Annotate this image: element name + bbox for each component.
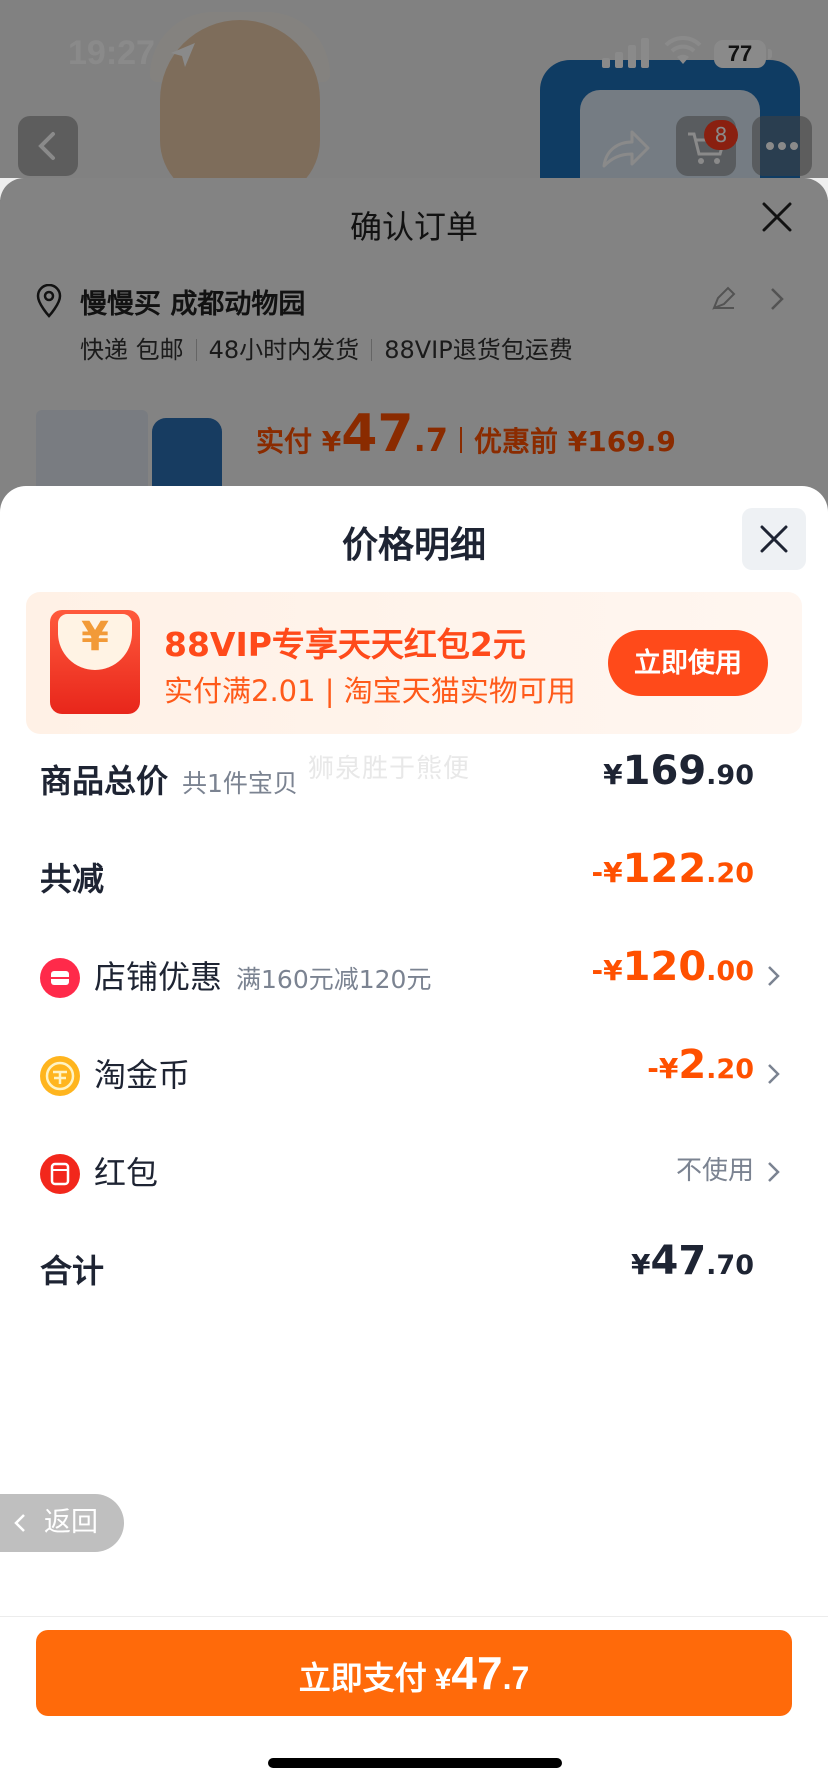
store-discount-row[interactable]: 店铺优惠 满160元减120元 -¥120.00 (0, 944, 828, 1004)
promo-subtitle: 实付满2.01 | 淘宝天猫实物可用 (164, 674, 576, 708)
sum-label: 合计 (40, 1252, 105, 1290)
modal-dim-overlay-top[interactable] (0, 0, 828, 178)
amount-integer: 169 (622, 748, 707, 794)
amount-integer: 122 (622, 846, 707, 892)
amount-integer: 2 (678, 1042, 707, 1088)
amount-decimal: .00 (706, 956, 754, 987)
use-now-button[interactable]: 立即使用 (608, 630, 768, 696)
chevron-right-icon (768, 1162, 780, 1182)
red-packet-icon (40, 1154, 80, 1194)
taojinbi-row[interactable]: 淘金币 -¥2.20 (0, 1042, 828, 1102)
taojinbi-amount: -¥2.20 (647, 1042, 754, 1088)
coin-glyph (45, 1061, 75, 1091)
goods-count: 共1件宝贝 (182, 769, 298, 798)
red-packet-label: 红包 (94, 1154, 159, 1192)
store-icon (40, 958, 80, 998)
return-label: 返回 (44, 1507, 98, 1538)
red-packet-value: 不使用 (675, 1156, 754, 1186)
store-discount-amount: -¥120.00 (592, 944, 754, 990)
price-detail-sheet: 价格明细 ¥ 88VIP专享天天红包2元 实付满2.01 | 淘宝天猫实物可用 … (0, 486, 828, 1792)
pay-amount-decimal: .7 (502, 1660, 530, 1696)
currency-symbol: ¥ (631, 1248, 651, 1281)
coin-icon (40, 1056, 80, 1096)
goods-total-text: 商品总价 (40, 762, 169, 800)
chevron-right-icon (768, 1064, 780, 1084)
sum-row: 合计 ¥47.70 (0, 1238, 828, 1298)
goods-total-label: 商品总价 共1件宝贝 (40, 756, 298, 802)
taojinbi-label: 淘金币 (94, 1056, 191, 1094)
price-detail-title: 价格明细 (341, 525, 486, 566)
currency-symbol: -¥ (591, 954, 623, 987)
store-discount-text: 店铺优惠 (94, 958, 223, 996)
chevron-left-icon (14, 1514, 25, 1532)
red-packet-row[interactable]: 红包 不使用 (0, 1140, 828, 1200)
goods-total-row: 商品总价 共1件宝贝 ¥169.90 (0, 748, 828, 808)
total-reduction-amount: -¥122.20 (592, 846, 754, 892)
currency-symbol: -¥ (647, 1052, 679, 1085)
amount-decimal: .90 (706, 760, 754, 791)
store-discount-rule: 满160元减120元 (236, 965, 432, 994)
amount-integer: 120 (622, 944, 707, 990)
vip-red-packet-banner: ¥ 88VIP专享天天红包2元 实付满2.01 | 淘宝天猫实物可用 立即使用 (26, 592, 802, 734)
sum-amount: ¥47.70 (631, 1238, 754, 1284)
total-reduction-row: 共减 -¥122.20 (0, 846, 828, 906)
currency-symbol: ¥ (434, 1663, 452, 1696)
red-packet-icon: ¥ (50, 610, 140, 714)
pay-now-label: 立即支付 (298, 1660, 427, 1696)
promo-title: 88VIP专享天天红包2元 (164, 625, 526, 664)
yen-symbol: ¥ (81, 614, 109, 660)
store-discount-label: 店铺优惠 满160元减120元 (94, 952, 431, 998)
amount-decimal: .20 (706, 1054, 754, 1085)
red-packet-glyph (50, 1162, 70, 1186)
pay-amount-integer: 47 (451, 1647, 503, 1699)
pay-now-button[interactable]: 立即支付 ¥47.7 (36, 1630, 792, 1716)
amount-decimal: .20 (706, 858, 754, 889)
return-button[interactable]: 返回 (0, 1494, 124, 1552)
currency-symbol: -¥ (591, 856, 623, 889)
amount-decimal: .70 (706, 1250, 754, 1281)
amount-integer: 47 (650, 1238, 707, 1284)
currency-symbol: ¥ (603, 758, 623, 791)
goods-total-amount: ¥169.90 (603, 748, 754, 794)
home-indicator (268, 1758, 562, 1768)
footer-divider (0, 1616, 828, 1617)
total-reduction-label: 共减 (40, 860, 105, 898)
close-button[interactable] (742, 508, 806, 570)
chevron-right-icon (768, 966, 780, 986)
store-glyph (51, 971, 69, 985)
close-icon (760, 525, 788, 553)
